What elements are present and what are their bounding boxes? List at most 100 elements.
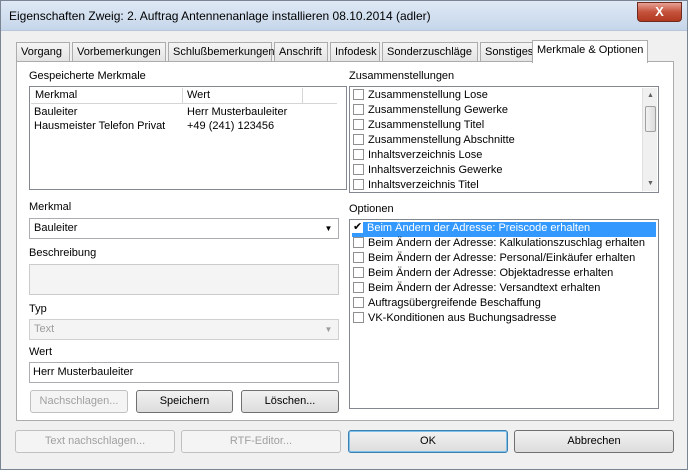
item-label: Zusammenstellung Abschnitte	[368, 134, 515, 146]
value-input[interactable]: Herr Musterbauleiter	[29, 362, 339, 383]
cell-merkmal: Bauleiter	[34, 106, 78, 118]
lookup-button[interactable]: Nachschlagen...	[30, 390, 128, 413]
checkbox[interactable]	[353, 149, 364, 160]
feature-label: Merkmal	[29, 201, 72, 213]
cell-merkmal: Hausmeister Telefon Privat	[34, 120, 166, 132]
item-label: Beim Ändern der Adresse: Kalkulationszus…	[368, 237, 645, 249]
window-title: Eigenschaften Zweig: 2. Auftrag Antennen…	[9, 9, 431, 23]
chevron-down-icon[interactable]: ▼	[320, 220, 337, 237]
list-item[interactable]: Zusammenstellung Titel	[353, 119, 484, 134]
saved-features-label: Gespeicherte Merkmale	[29, 70, 146, 82]
tab-anschrift[interactable]: Anschrift	[274, 42, 328, 62]
tab-infodesk[interactable]: Infodesk	[330, 42, 380, 62]
item-label: Zusammenstellung Gewerke	[368, 104, 509, 116]
item-label: Zusammenstellung Titel	[368, 119, 485, 131]
checkbox[interactable]	[352, 220, 363, 233]
list-item[interactable]: Hausmeister Telefon Privat +49 (241) 123…	[34, 120, 334, 134]
tab-label: Merkmale & Optionen	[537, 44, 644, 56]
description-field[interactable]	[29, 264, 339, 295]
column-header-wert[interactable]: Wert	[183, 88, 303, 104]
tab-schlussbemerkungen[interactable]: Schlußbemerkungen	[168, 42, 275, 62]
item-label: Inhaltsverzeichnis Gewerke	[368, 164, 503, 176]
button-label: RTF-Editor...	[229, 435, 293, 447]
text-lookup-button[interactable]: Text nachschlagen...	[15, 430, 175, 453]
tab-label: Anschrift	[279, 46, 322, 58]
tab-sonstiges[interactable]: Sonstiges	[480, 42, 536, 62]
tab-label: Sonderzuschläge	[387, 46, 473, 58]
list-item[interactable]: Beim Ändern der Adresse: Objektadresse e…	[353, 267, 613, 282]
checkbox[interactable]	[353, 134, 364, 145]
type-label: Typ	[29, 303, 47, 315]
list-item[interactable]: Zusammenstellung Gewerke	[353, 104, 508, 119]
options-label: Optionen	[349, 203, 394, 215]
checkbox[interactable]	[353, 89, 364, 100]
checkbox[interactable]	[353, 237, 364, 248]
button-label: Text nachschlagen...	[44, 435, 146, 447]
cell-wert: Herr Musterbauleiter	[187, 106, 288, 118]
tab-vorbemerkungen[interactable]: Vorbemerkungen	[72, 42, 166, 62]
scroll-up-icon[interactable]: ▲	[643, 88, 658, 103]
chevron-down-icon[interactable]: ▼	[320, 321, 337, 338]
close-button[interactable]: X	[637, 2, 682, 22]
scroll-thumb[interactable]	[645, 106, 656, 132]
options-list[interactable]: Beim Ändern der Adresse: Preiscode erhal…	[349, 219, 659, 409]
tab-panel: Gespeicherte Merkmale Merkmal Wert Baule…	[16, 61, 674, 421]
item-label: VK-Konditionen aus Buchungsadresse	[368, 312, 557, 324]
tab-label: Vorgang	[21, 46, 62, 58]
checkbox[interactable]	[353, 297, 364, 308]
checkbox[interactable]	[353, 267, 364, 278]
item-label: Inhaltsverzeichnis Lose	[368, 149, 483, 161]
column-label: Merkmal	[35, 89, 78, 101]
checkbox[interactable]	[353, 179, 364, 190]
item-label: Auftragsübergreifende Beschaffung	[368, 297, 541, 309]
value-label: Wert	[29, 346, 53, 358]
rtf-editor-button[interactable]: RTF-Editor...	[181, 430, 341, 453]
checkbox[interactable]	[353, 104, 364, 115]
feature-value: Bauleiter	[34, 222, 78, 234]
title-bar[interactable]: Eigenschaften Zweig: 2. Auftrag Antennen…	[1, 1, 687, 31]
list-item[interactable]: VK-Konditionen aus Buchungsadresse	[353, 312, 556, 327]
feature-select[interactable]: Bauleiter ▼	[29, 218, 339, 239]
item-label: Beim Ändern der Adresse: Personal/Einkäu…	[368, 252, 636, 264]
type-select[interactable]: Text ▼	[29, 319, 339, 340]
cell-wert: +49 (241) 123456	[187, 120, 275, 132]
list-item[interactable]: Bauleiter Herr Musterbauleiter	[34, 106, 334, 120]
list-header: Merkmal Wert	[31, 88, 337, 104]
tab-label: Infodesk	[335, 46, 377, 58]
column-header-merkmal[interactable]: Merkmal	[31, 88, 183, 104]
tab-sonderzuschlaege[interactable]: Sonderzuschläge	[382, 42, 478, 62]
list-item[interactable]: Beim Ändern der Adresse: Personal/Einkäu…	[353, 252, 635, 267]
tab-label: Sonstiges	[485, 46, 534, 58]
saved-features-list[interactable]: Merkmal Wert Bauleiter Herr Musterbaulei…	[29, 86, 347, 190]
checkbox[interactable]	[353, 164, 364, 175]
button-label: Abbrechen	[567, 435, 621, 447]
vertical-scrollbar[interactable]: ▲ ▼	[642, 88, 657, 191]
checkbox[interactable]	[353, 252, 364, 263]
list-item[interactable]: Auftragsübergreifende Beschaffung	[353, 297, 541, 312]
ok-button[interactable]: OK	[348, 430, 508, 453]
list-item[interactable]: Zusammenstellung Abschnitte	[353, 134, 515, 149]
button-label: Löschen...	[264, 395, 316, 407]
description-label: Beschreibung	[29, 247, 97, 259]
item-label: Beim Ändern der Adresse: Versandtext erh…	[368, 282, 601, 294]
list-item[interactable]: Zusammenstellung Lose	[353, 89, 488, 104]
list-item[interactable]: Inhaltsverzeichnis Lose	[353, 149, 482, 164]
compilations-list[interactable]: Zusammenstellung Lose Zusammenstellung G…	[349, 86, 659, 193]
list-item[interactable]: Inhaltsverzeichnis Gewerke	[353, 164, 503, 179]
cancel-button[interactable]: Abbrechen	[514, 430, 674, 453]
scroll-down-icon[interactable]: ▼	[643, 176, 658, 191]
item-label: Beim Ändern der Adresse: Objektadresse e…	[368, 267, 614, 279]
checkbox[interactable]	[353, 282, 364, 293]
button-label: Nachschlagen...	[39, 395, 119, 407]
tab-merkmale-optionen[interactable]: Merkmale & Optionen	[532, 40, 648, 63]
list-item[interactable]: Beim Ändern der Adresse: Versandtext erh…	[353, 282, 600, 297]
list-item[interactable]: Beim Ändern der Adresse: Preiscode erhal…	[352, 220, 656, 237]
checkbox[interactable]	[353, 119, 364, 130]
tab-vorgang[interactable]: Vorgang	[16, 42, 70, 62]
delete-button[interactable]: Löschen...	[241, 390, 339, 413]
column-label: Wert	[187, 89, 211, 101]
list-item[interactable]: Beim Ändern der Adresse: Kalkulationszus…	[353, 237, 645, 252]
save-button[interactable]: Speichern	[136, 390, 233, 413]
list-item[interactable]: Inhaltsverzeichnis Titel	[353, 179, 479, 194]
checkbox[interactable]	[353, 312, 364, 323]
